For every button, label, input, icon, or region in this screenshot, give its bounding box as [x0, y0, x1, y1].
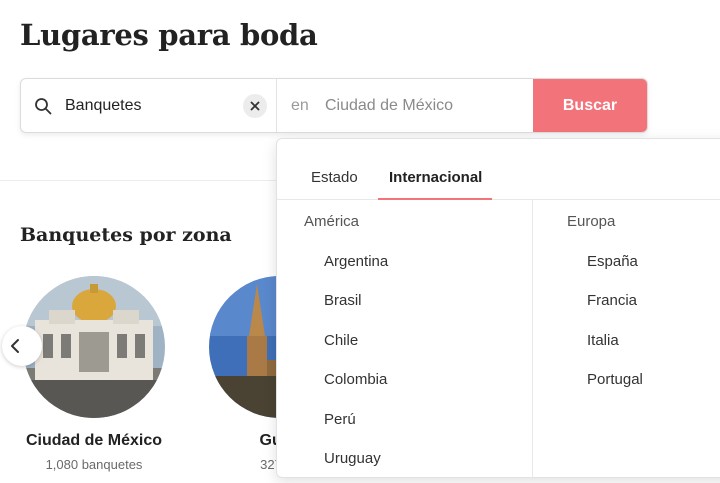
region-label-america: América [304, 213, 360, 230]
search-location-field: en [277, 79, 533, 132]
page-title: Lugares para boda [20, 18, 318, 52]
active-tab-indicator [378, 198, 492, 200]
country-brasil[interactable]: Brasil [324, 292, 362, 309]
tab-internacional[interactable]: Internacional [389, 169, 482, 186]
country-portugal[interactable]: Portugal [587, 371, 643, 388]
country-italia[interactable]: Italia [587, 332, 619, 349]
zone-photo-palacio [23, 276, 165, 418]
zone-card-ciudad-de-mexico[interactable]: Ciudad de México 1,080 banquetes [4, 276, 184, 472]
location-dropdown: Estado Internacional América Argentina B… [276, 138, 720, 479]
search-button[interactable]: Buscar [533, 79, 647, 132]
zone-name: Ciudad de México [25, 432, 163, 449]
chevron-left-icon [11, 339, 19, 353]
column-divider [532, 200, 533, 479]
country-uruguay[interactable]: Uruguay [324, 450, 381, 467]
carousel-prev-button[interactable] [2, 326, 42, 366]
location-input[interactable] [325, 79, 525, 132]
country-peru[interactable]: Perú [324, 411, 356, 428]
close-icon [250, 101, 260, 111]
search-bar: en Buscar [20, 78, 648, 133]
dropdown-tabs: Estado Internacional [277, 139, 720, 200]
zone-count: 1,080 banquetes [45, 457, 143, 472]
clear-search-button[interactable] [243, 94, 267, 118]
region-label-europa: Europa [567, 213, 616, 230]
country-espana[interactable]: España [587, 253, 638, 270]
country-francia[interactable]: Francia [587, 292, 637, 309]
tab-estado[interactable]: Estado [311, 169, 358, 186]
location-prefix: en [291, 97, 309, 114]
search-icon [34, 97, 52, 115]
section-title: Banquetes por zona [20, 224, 232, 246]
country-chile[interactable]: Chile [324, 332, 358, 349]
search-input[interactable] [65, 79, 235, 132]
country-colombia[interactable]: Colombia [324, 371, 387, 388]
search-keyword-field [21, 79, 277, 132]
country-argentina[interactable]: Argentina [324, 253, 388, 270]
